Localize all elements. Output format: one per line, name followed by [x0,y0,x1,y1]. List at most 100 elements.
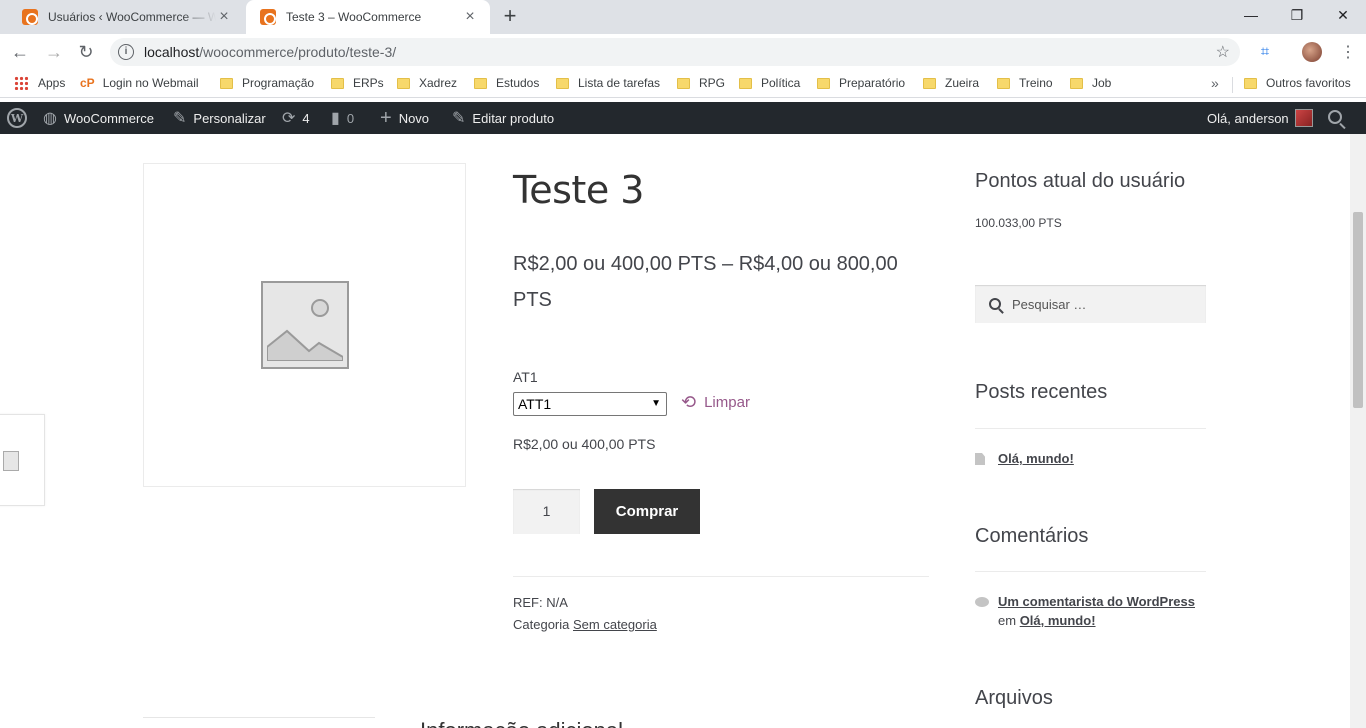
product-category: Categoria Sem categoria [513,617,657,632]
bookmark-folder[interactable]: Preparatório [817,76,905,90]
wp-logo-menu[interactable]: W [7,102,27,134]
comments-menu[interactable]: ▮ 0 [331,102,354,134]
extension-icon[interactable]: ⌗ [1255,42,1275,62]
product-sku: REF: N/A [513,595,568,610]
brush-icon: ✎ [173,110,187,127]
browser-tab-usuarios[interactable]: Usuários ‹ WooCommerce — WordPress × [8,0,244,34]
product-gallery[interactable] [143,163,466,487]
variation-price: R$2,00 ou 400,00 PTS [513,436,656,452]
updates-menu[interactable]: ⟳ 4 [282,102,310,134]
comment-bubble-icon: ▮ [331,110,340,127]
dashboard-icon: ◍ [43,110,57,127]
attribute-select[interactable]: ATT1 ▼ [513,392,667,416]
plus-icon: + [380,106,392,129]
close-tab-icon[interactable]: × [216,8,232,26]
reset-variations-link[interactable]: ⟲ Limpar [681,392,750,413]
browser-toolbar: ← → ↻ i localhost/woocommerce/produto/te… [0,34,1366,70]
close-tab-icon[interactable]: × [462,8,478,26]
recent-posts-title: Posts recentes [975,381,1108,403]
bookmark-folder[interactable]: Job [1070,76,1111,90]
new-content-menu[interactable]: + Novo [380,102,429,134]
restore-button[interactable]: ❐ [1274,0,1320,30]
wordpress-logo-icon: W [7,108,27,128]
bookmark-folder[interactable]: Estudos [474,76,539,90]
add-to-cart-button[interactable]: Comprar [594,489,700,534]
tab-title: Usuários ‹ WooCommerce — WordPress [48,10,216,24]
bookmark-folder[interactable]: Zueira [923,76,979,90]
woocommerce-favicon-icon [22,9,38,25]
bookmark-folder[interactable]: Lista de tarefas [556,76,660,90]
tab-heading: Informação adicional [420,718,623,728]
sidebar-search-input[interactable]: Pesquisar … [975,285,1206,323]
back-arrow-icon[interactable]: ← [8,40,32,64]
folder-icon [474,77,487,89]
archives-title: Arquivos [975,687,1053,709]
browser-menu-icon[interactable]: ⋮ [1340,42,1356,62]
profile-avatar[interactable] [1302,42,1322,62]
site-info-icon[interactable]: i [118,44,134,60]
recent-post-link[interactable]: Olá, mundo! [998,451,1074,466]
browser-tabbar: Usuários ‹ WooCommerce — WordPress × Tes… [0,0,1366,34]
bookmarks-bar: Apps cP Login no Webmail Programação ERPs… [0,70,1366,98]
bookmark-folder[interactable]: Política [739,76,800,90]
updates-icon: ⟳ [282,110,296,127]
bookmark-star-icon[interactable]: ☆ [1216,42,1230,62]
product-price-range: R$2,00 ou 400,00 PTS – R$4,00 ou 800,00 … [513,253,898,311]
search-icon[interactable] [1328,110,1342,124]
forward-arrow-icon[interactable]: → [42,40,66,64]
edit-product-menu[interactable]: ✎ Editar produto [452,102,554,134]
more-bookmarks-icon[interactable]: » [1211,75,1219,91]
browser-tab-teste-3[interactable]: Teste 3 – WooCommerce × [246,0,490,34]
bookmark-folder[interactable]: Programação [220,76,314,90]
user-avatar [1294,109,1313,127]
site-name-menu[interactable]: ◍ WooCommerce [43,102,154,134]
points-widget-title: Pontos atual do usuário [975,170,1186,192]
chevron-down-icon: ▼ [651,398,661,409]
gallery-thumbnail[interactable] [0,414,45,506]
bookmark-webmail[interactable]: cP Login no Webmail [80,76,199,90]
comments-widget-title: Comentários [975,525,1089,547]
cpanel-icon: cP [80,76,95,90]
comment-bubble-icon [975,597,989,607]
woocommerce-favicon-icon [260,9,276,25]
bookmark-folder[interactable]: Treino [997,76,1053,90]
comment-post-link[interactable]: Olá, mundo! [1020,613,1096,628]
reload-icon[interactable]: ↻ [74,40,98,64]
close-window-button[interactable]: ✕ [1320,0,1366,30]
document-icon [975,453,985,465]
bookmark-folder[interactable]: ERPs [331,76,384,90]
folder-icon [677,77,690,89]
refresh-icon: ⟲ [681,392,697,412]
wp-admin-bar: W ◍ WooCommerce ✎ Personalizar ⟳ 4 ▮ 0 + Novo… [0,102,1366,134]
folder-icon [220,77,233,89]
folder-icon [923,77,936,89]
divider [513,576,929,577]
bookmark-apps[interactable]: Apps [14,76,65,90]
minimize-button[interactable]: — [1228,0,1274,30]
divider [975,571,1206,572]
my-account-menu[interactable]: Olá, anderson [1207,102,1313,134]
search-icon [989,298,1001,310]
bookmark-folder[interactable]: RPG [677,76,725,90]
folder-icon [556,77,569,89]
page-content: Teste 3 R$2,00 ou 400,00 PTS – R$4,00 ou… [0,134,1350,728]
customize-menu[interactable]: ✎ Personalizar [173,102,266,134]
scrollbar-thumb[interactable] [1353,212,1363,408]
pencil-icon: ✎ [452,110,466,127]
folder-icon [397,77,410,89]
tab-title: Teste 3 – WooCommerce [286,10,422,24]
product-title: Teste 3 [513,168,644,212]
address-bar[interactable]: i localhost/woocommerce/produto/teste-3/… [110,38,1240,66]
quantity-input[interactable]: 1 [513,489,580,534]
bookmarks-separator [1232,77,1233,93]
page-scrollbar[interactable] [1350,134,1366,728]
bookmark-other[interactable]: Outros favoritos [1244,76,1351,90]
new-tab-button[interactable]: + [498,4,522,28]
comment-author-link[interactable]: Um comentarista do WordPress [998,594,1195,609]
attribute-label: AT1 [513,369,538,385]
image-placeholder-icon [3,451,19,471]
folder-icon [1070,77,1083,89]
apps-grid-icon [14,76,28,90]
bookmark-folder[interactable]: Xadrez [397,76,457,90]
category-link[interactable]: Sem categoria [573,617,657,632]
